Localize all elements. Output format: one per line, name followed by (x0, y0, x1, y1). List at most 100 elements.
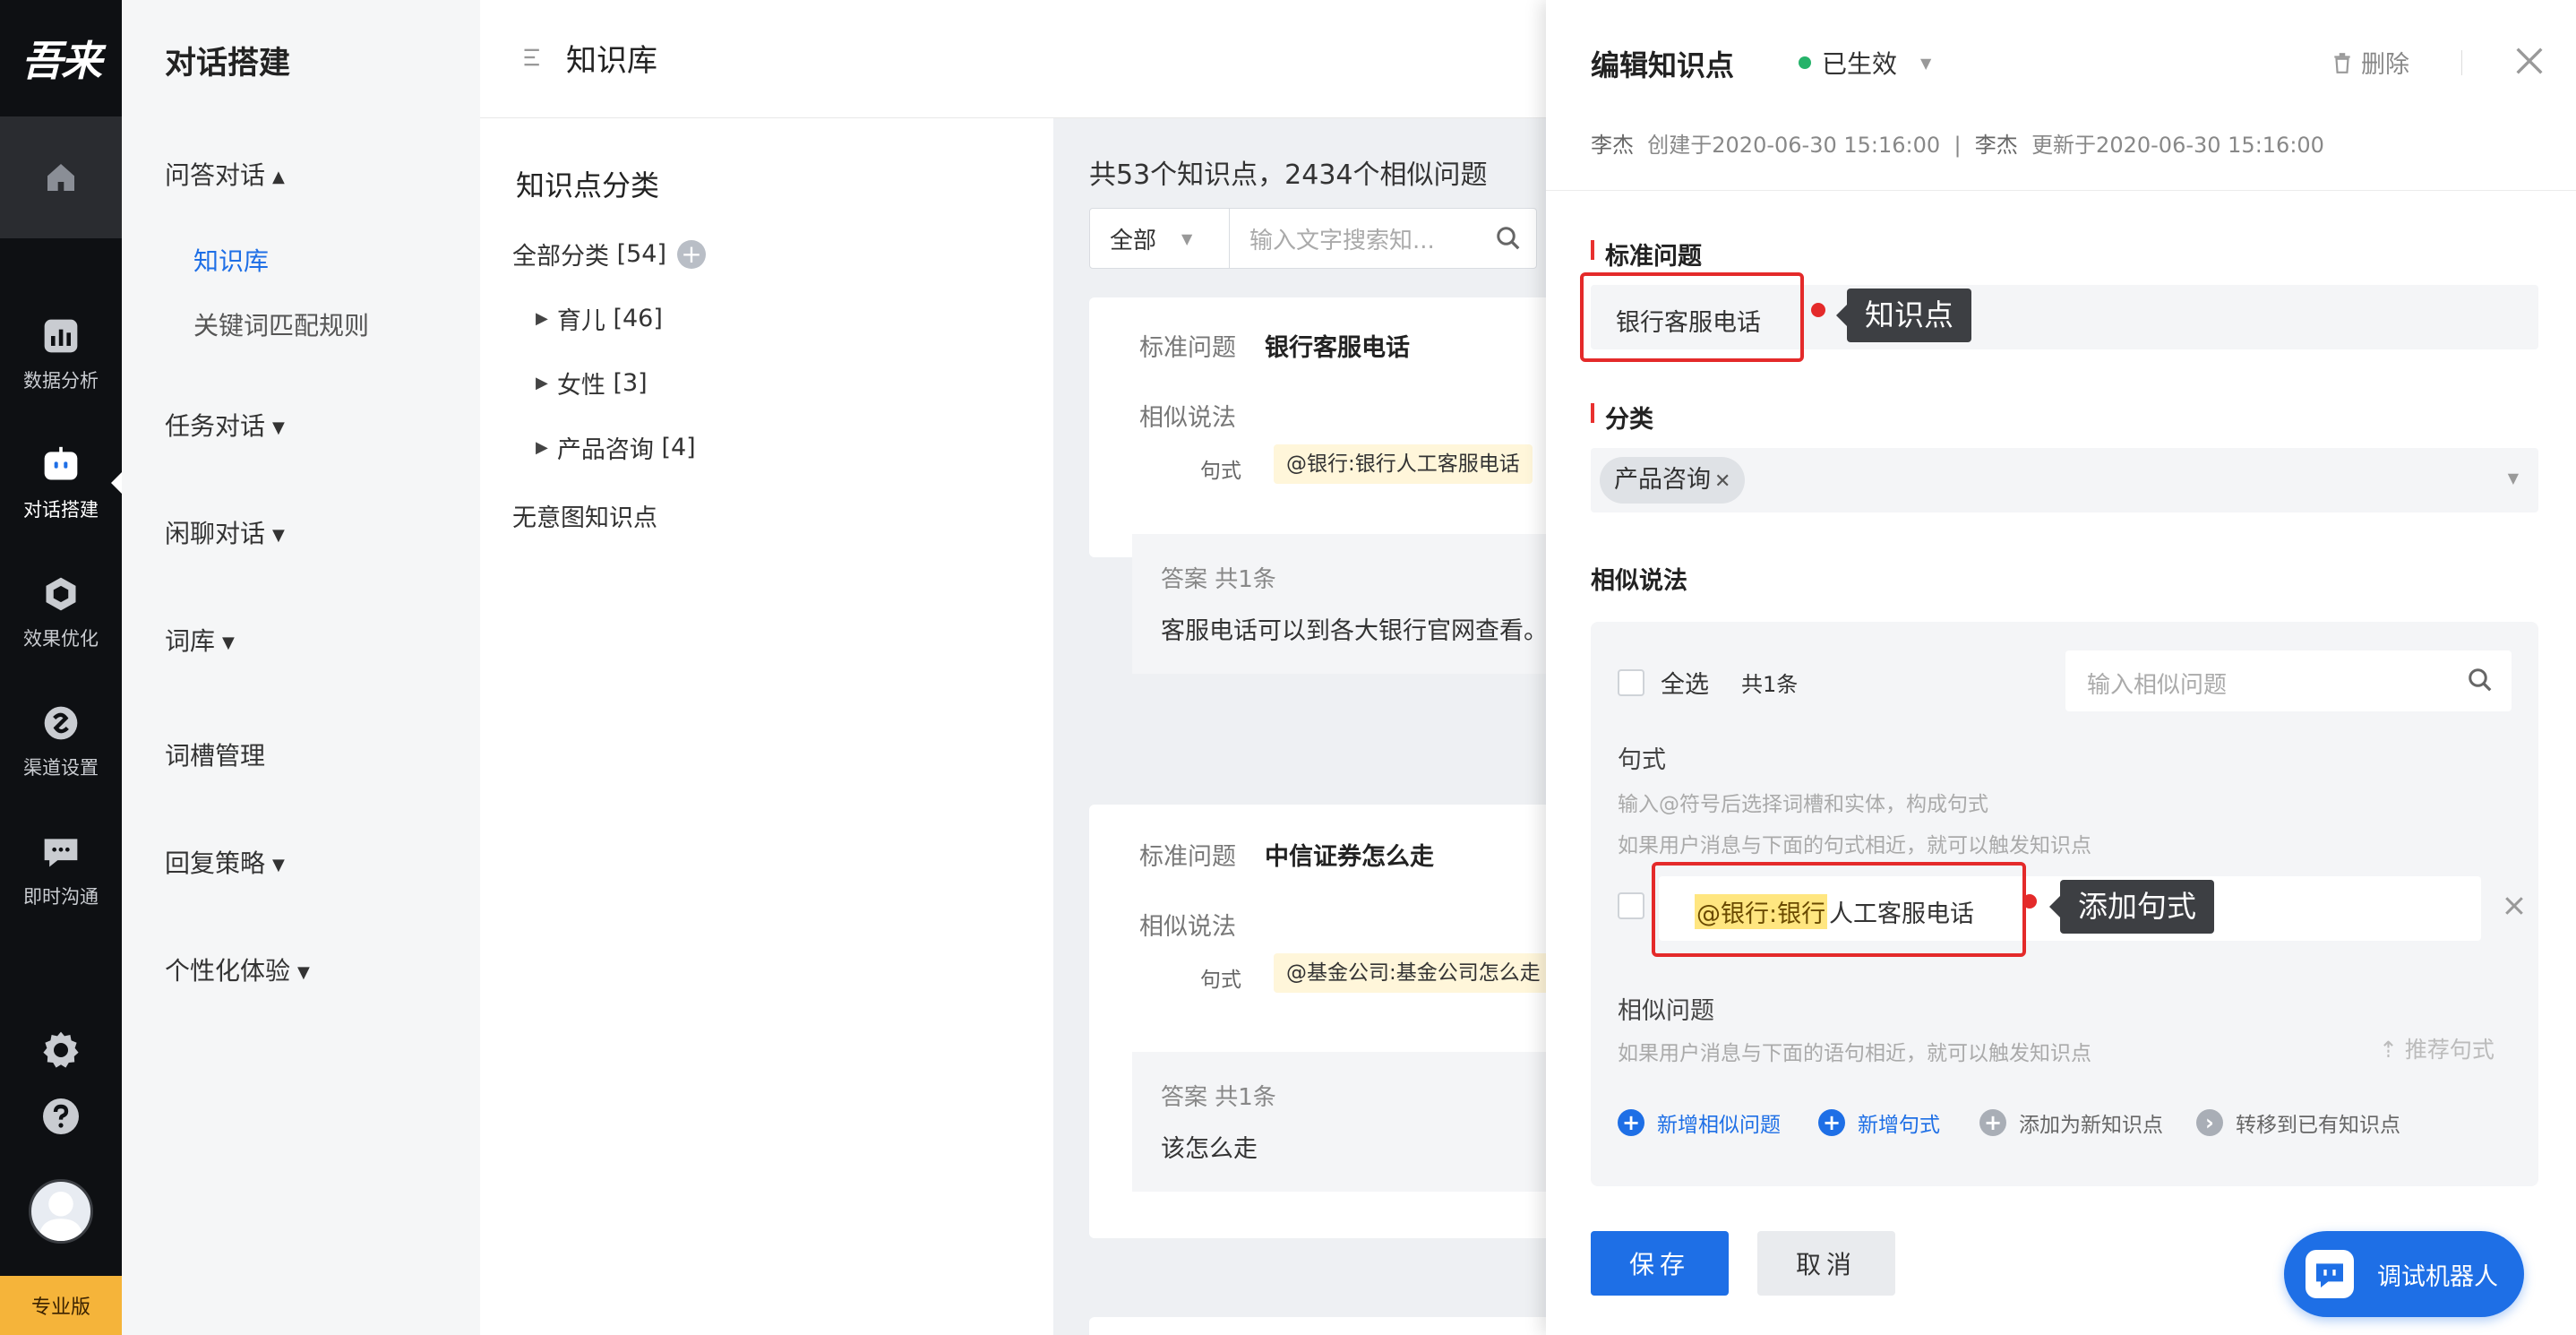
knowledge-card[interactable] (1089, 1317, 1555, 1335)
action-label: 新增句式 (1858, 1114, 1940, 1137)
add-pattern-button[interactable]: + 新增句式 (1818, 1107, 1940, 1138)
annotation-callout: 知识点 (1836, 289, 1971, 342)
action-label: 新增相似问题 (1657, 1114, 1781, 1137)
rail-item-optimize[interactable]: 效果优化 (0, 554, 122, 670)
answer-label: 答案 共1条 (1161, 566, 1276, 593)
updated-time: 更新于2020-06-30 15:16:00 (2031, 133, 2324, 158)
nav-knowledge-base[interactable]: 知识库 (193, 242, 269, 278)
nav-task-dialog[interactable]: 任务对话 ▼ (165, 407, 285, 443)
pattern-tag: @基金公司:基金公司怎么走 (1274, 953, 1553, 993)
search-input[interactable]: 输入文字搜索知... (1230, 222, 1495, 255)
similar-questions-hint: 如果用户消息与下面的语句相近，就可以触发知识点 (1618, 1042, 2091, 1065)
annotation-dot (2022, 894, 2037, 909)
rail-item-analytics[interactable]: 数据分析 (0, 296, 122, 412)
action-label: 转移到已有知识点 (2236, 1114, 2400, 1137)
plus-icon: + (1979, 1109, 2006, 1136)
avatar[interactable] (29, 1179, 93, 1244)
status-select[interactable]: 已生效 ▼ (1799, 45, 1931, 81)
home-button[interactable] (0, 116, 122, 238)
category-item[interactable]: ▶ 育儿 [46] (536, 301, 663, 336)
nav-reply-strategy[interactable]: 回复策略 ▼ (165, 844, 285, 880)
nav-lexicon[interactable]: 词库 ▼ (165, 622, 235, 658)
select-all-checkbox[interactable] (1618, 668, 1644, 696)
tag-label: 产品咨询 (1614, 466, 1711, 494)
category-item[interactable]: ▶ 产品咨询 [4] (536, 430, 696, 465)
select-value: 全部 (1110, 227, 1157, 254)
rail-label: 即时沟通 (23, 886, 99, 908)
nav-qa-dialog[interactable]: 问答对话 ▲ (165, 156, 285, 192)
category-all[interactable]: 全部分类 [54] + (512, 237, 707, 271)
home-icon (47, 164, 74, 191)
pattern-checkbox[interactable] (1618, 892, 1644, 919)
category-item[interactable]: ▶ 女性 [3] (536, 366, 648, 400)
app-logo[interactable]: 吾来 (0, 0, 122, 116)
rail-item-im[interactable]: 即时沟通 (0, 812, 122, 928)
list-filter: 全部 ▼ 输入文字搜索知... (1089, 208, 1537, 269)
search-icon[interactable] (2467, 667, 2494, 693)
knowledge-card[interactable]: 标准问题 中信证券怎么走 相似说法 句式 @基金公司:基金公司怎么走 答案 共1条… (1089, 805, 1555, 1238)
annotation-frame (1580, 272, 1804, 362)
answer-text: 该怎么走 (1161, 1135, 1258, 1163)
updater-name: 李杰 (1974, 133, 2018, 158)
similar-label: 相似说法 (1139, 913, 1236, 941)
category-select[interactable]: 产品咨询 ✕ ▼ (1591, 448, 2538, 512)
rail-item-dialog-build[interactable]: 对话搭建 (0, 425, 122, 541)
category-filter-select[interactable]: 全部 ▼ (1090, 209, 1230, 268)
user-avatar-icon (39, 1192, 83, 1241)
gear-icon[interactable] (39, 1029, 82, 1072)
page-title: 知识库 (566, 43, 657, 79)
remove-pattern-icon[interactable] (2501, 892, 2528, 919)
creator-name: 李杰 (1591, 133, 1634, 158)
nav-personalization[interactable]: 个性化体验 ▼ (165, 952, 310, 987)
chart-icon (44, 319, 78, 353)
close-icon[interactable] (2512, 43, 2547, 79)
delete-button[interactable]: 删除 (2331, 45, 2409, 80)
plus-icon: + (1618, 1109, 1644, 1136)
chevron-down-icon: ▼ (297, 962, 310, 982)
save-button[interactable]: 保存 (1591, 1231, 1729, 1296)
select-all-label[interactable]: 全选 (1661, 665, 1709, 700)
section-nav: 对话搭建 问答对话 ▲ 知识库 关键词匹配规则 任务对话 ▼ 闲聊对话 ▼ 词库 ▼ 词… (122, 0, 480, 1335)
category-no-intent[interactable]: 无意图知识点 (512, 498, 657, 533)
caret-right-icon[interactable]: ▶ (536, 309, 548, 328)
caret-right-icon[interactable]: ▶ (536, 374, 548, 392)
similar-label: 相似说法 (1139, 404, 1236, 432)
search-icon[interactable] (1495, 225, 1522, 252)
chevron-right-icon: › (2196, 1109, 2223, 1136)
nav-chitchat[interactable]: 闲聊对话 ▼ (165, 514, 285, 550)
required-mark (1591, 240, 1594, 260)
similar-search-input[interactable]: 输入相似问题 (2065, 650, 2512, 711)
app-rail: 吾来 数据分析 对话搭建 效果优化 渠道设置 即时沟通 专业版 (0, 0, 124, 1335)
header-divider (2461, 50, 2462, 75)
cancel-button[interactable]: 取消 (1757, 1231, 1895, 1296)
tag-remove-icon[interactable]: ✕ (1714, 470, 1730, 493)
cube-icon (46, 577, 76, 611)
knowledge-card[interactable]: 标准问题 银行客服电话 相似说法 句式 @银行:银行人工客服电话 答案 共1条 客… (1089, 297, 1555, 674)
nav-label: 词库 (165, 626, 216, 656)
pattern-label: 句式 (1200, 460, 1241, 483)
chevron-down-icon: ▼ (2507, 469, 2519, 487)
chat-icon (44, 839, 78, 867)
answer-block: 答案 共1条 该怎么走 (1132, 1052, 1555, 1192)
debug-robot-button[interactable]: 调试机器人 (2284, 1231, 2524, 1317)
std-question-label: 标准问题 (1605, 243, 1702, 271)
add-category-icon[interactable]: + (677, 239, 707, 269)
category-label: 产品咨询 (556, 436, 654, 464)
caret-right-icon[interactable]: ▶ (536, 438, 548, 457)
category-count: [54] (616, 240, 667, 268)
add-similar-question-button[interactable]: + 新增相似问题 (1618, 1107, 1781, 1138)
menu-collapse-icon[interactable] (521, 45, 546, 70)
help-icon[interactable] (39, 1095, 82, 1138)
move-to-knowledge-button[interactable]: › 转移到已有知识点 (2196, 1107, 2400, 1138)
nav-slot-management[interactable]: 词槽管理 (165, 736, 265, 772)
nav-label: 问答对话 (165, 160, 266, 190)
std-question-label: 标准问题 (1139, 334, 1236, 362)
std-question: 中信证券怎么走 (1265, 843, 1434, 871)
nav-keyword-rules[interactable]: 关键词匹配规则 (193, 306, 369, 342)
nav-label: 个性化体验 (165, 956, 291, 986)
rail-item-channel[interactable]: 渠道设置 (0, 683, 122, 799)
created-time: 创建于2020-06-30 15:16:00 (1647, 133, 1941, 158)
recommend-pattern-button[interactable]: ⇡ 推荐句式 (2379, 1032, 2494, 1064)
add-as-new-knowledge-button[interactable]: + 添加为新知识点 (1979, 1107, 2163, 1138)
edition-badge: 专业版 (0, 1276, 122, 1335)
